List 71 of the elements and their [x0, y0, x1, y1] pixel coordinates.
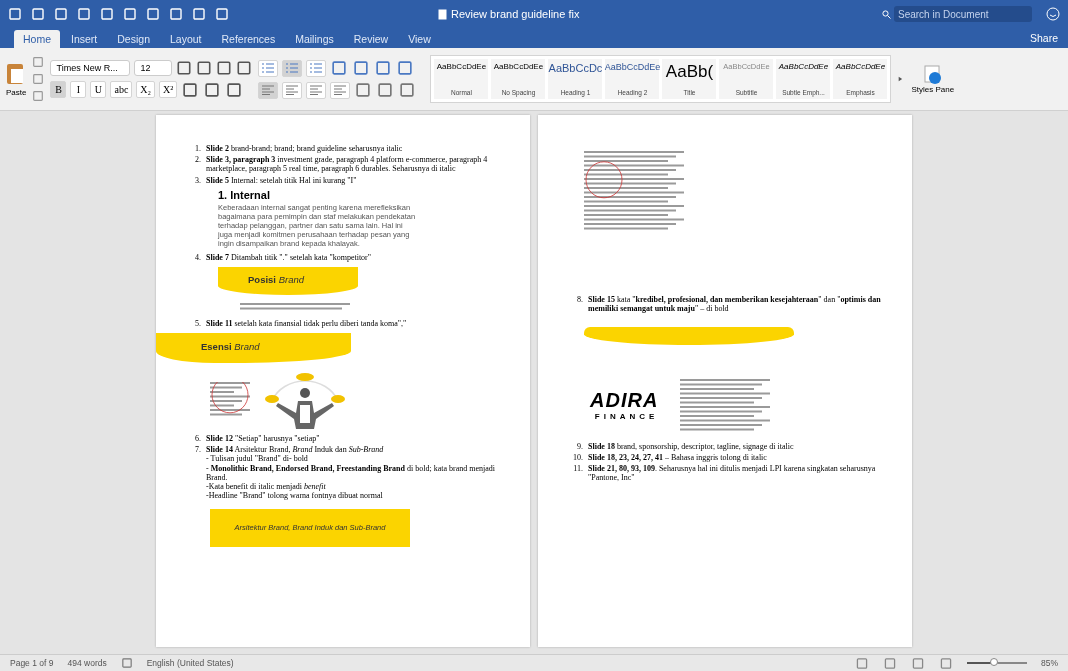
styles-pane-icon [923, 64, 942, 85]
list-item-text: Slide 11 setelah kata finansial tidak perlu diberi tanda koma"," [206, 318, 407, 328]
align-button[interactable] [282, 81, 303, 99]
page-count: Page 1 of 9 [10, 658, 54, 668]
slide-banner: Esensi Brand [156, 332, 351, 363]
list-item-text: Slide 15 kata "kredibel, profesional, dan memberikan kesejahteraan" dan "optimis dan memiliki semangat untuk maju" – di bold [588, 295, 882, 314]
small-text-drawing [210, 381, 250, 418]
slide-heading: 1. Internal [218, 188, 271, 202]
styles-pane-button[interactable]: Styles Pane [911, 64, 955, 94]
format-button[interactable]: X₂ [136, 81, 156, 98]
list-icon [262, 63, 275, 73]
ribbon-tab[interactable]: Layout [160, 30, 211, 48]
list-note: -Kata benefit di italic menjadi benefit [206, 481, 327, 492]
ribbon-tab[interactable]: Design [108, 30, 159, 48]
list-button[interactable] [282, 59, 303, 77]
list-icon [286, 63, 299, 73]
list-item-text: Slide 12 "Setiap" harusnya "setiap" [206, 433, 320, 444]
list-note: - Monolithic Brand, Endorsed Brand, Freestanding Brand di bold; kata brand menjadi Brand. [206, 463, 496, 482]
search-icon [882, 9, 891, 19]
format-button[interactable]: X² [159, 81, 178, 98]
format-button[interactable]: U [90, 81, 107, 98]
ribbon-tab[interactable]: Home [14, 30, 60, 48]
list-number: 8. [576, 295, 583, 307]
ribbon-tab[interactable]: Mailings [286, 30, 343, 48]
align-button[interactable] [306, 81, 327, 99]
list-number: 3. [194, 175, 201, 185]
ribbon-tab[interactable]: Review [344, 30, 398, 48]
search-field[interactable]: Search in Document [894, 6, 1032, 22]
list-number: 7. [194, 445, 201, 457]
ribbon-tab[interactable]: Insert [62, 30, 107, 48]
list-item-text: Slide 3, paragraph 3 investment grade, paragraph 4 platform e-commerce, paragraph 4 marketplace, paragraph 5 real time, paragraph 6 durables. Seharusnya di italic [206, 155, 489, 174]
list-item-text: Slide 18 brand, sponsorship, descriptor, tagline, signage di italic [588, 441, 794, 451]
paste-button[interactable]: Paste [6, 61, 27, 97]
list-number: 10. [572, 452, 583, 462]
list-item-text: Slide 2 brand-brand; brand; brand guideline seharusnya italic [206, 144, 403, 154]
size-dropdown[interactable]: 12 [134, 60, 173, 76]
share-button[interactable]: Share [1019, 29, 1068, 47]
list-number: 11. [572, 463, 583, 475]
list-number: 5. [194, 318, 201, 328]
list-note: -Headline "Brand" tolong warna fontnya dibuat normal [206, 491, 384, 501]
window-title: Review brand guideline fix [451, 8, 580, 20]
align-icon [310, 85, 323, 95]
list-number: 4. [194, 253, 201, 263]
align-icon [286, 85, 299, 95]
font-dropdown[interactable]: Times New R... [50, 60, 131, 76]
zoom-level: 85% [1041, 658, 1058, 668]
list-item-text: Slide 18, 23, 24, 27, 41 – Bahasa inggris tolong di italic [588, 452, 767, 462]
smiley-icon[interactable] [1046, 7, 1060, 21]
align-icon [262, 85, 275, 95]
align-button[interactable] [258, 81, 279, 99]
slide-banner: Posisi Brand [218, 266, 358, 295]
word-count: 494 words [67, 658, 107, 668]
list-item-text: Slide 14 Arsitektur Brand, Brand Induk dan Sub-Brand [206, 445, 385, 455]
company-logo: ADIRA FINANCE [590, 389, 659, 422]
ribbon-tab[interactable]: References [212, 30, 285, 48]
list-item-text: Slide 7 Ditambah titik "." setelah kata "kompetitor" [206, 253, 372, 263]
language-label: English (United States) [146, 658, 234, 668]
format-button[interactable]: abc [110, 81, 133, 98]
align-button[interactable] [330, 81, 351, 99]
ribbon-tab[interactable]: View [399, 30, 440, 48]
format-button[interactable]: B [50, 81, 67, 98]
list-item-text: Slide 5 Internal: setelah titik Hal ini kurang "I" [206, 175, 357, 185]
align-icon [334, 85, 347, 95]
list-number: 1. [194, 144, 201, 154]
list-number: 9. [576, 441, 583, 451]
list-item-text: Slide 21, 80, 93, 109. Seharusnya hal ini ditulis menjadi LPI karena singkatan seharusnya "Pantone, Inc" [588, 463, 877, 483]
list-number: 2. [194, 155, 201, 167]
format-button[interactable]: I [70, 81, 87, 98]
list-number: 6. [194, 433, 201, 444]
list-note: - Tulisan judul "Brand" di- bold [206, 454, 309, 464]
list-icon [310, 63, 323, 73]
